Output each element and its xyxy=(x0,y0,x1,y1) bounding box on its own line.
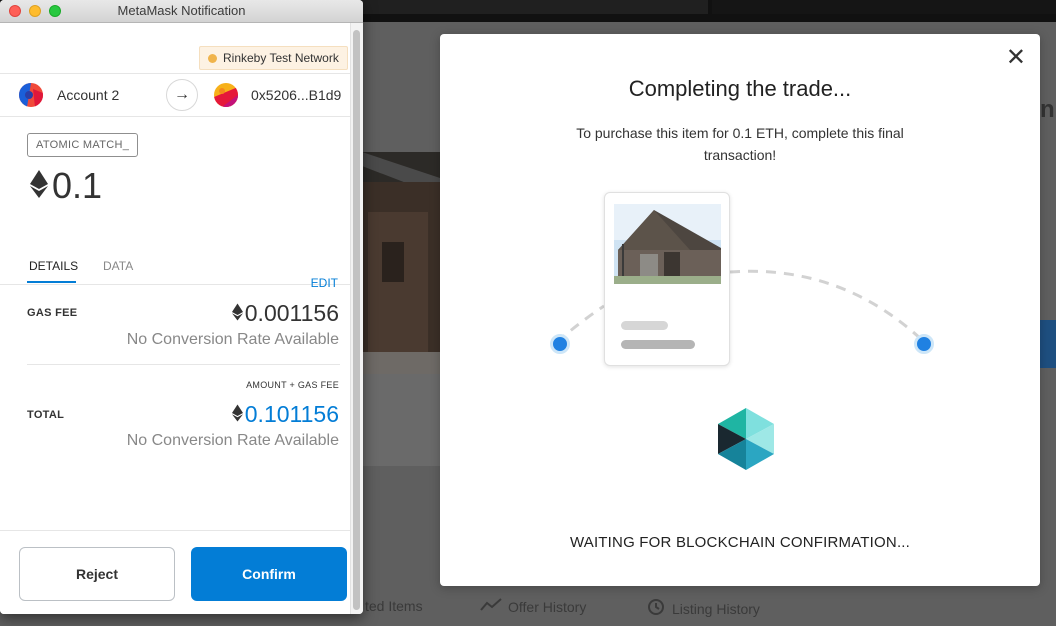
sender-identicon xyxy=(19,83,43,107)
origin-node xyxy=(550,334,570,354)
total-conversion: No Conversion Rate Available xyxy=(126,432,339,449)
gas-fee-conversion: No Conversion Rate Available xyxy=(126,331,339,348)
total-value: 0.101156 xyxy=(231,401,339,428)
transaction-path xyxy=(556,269,924,344)
reject-button[interactable]: Reject xyxy=(19,547,175,601)
gas-fee-amount: 0.001156 xyxy=(244,300,339,326)
path-right-segment xyxy=(729,269,924,342)
transaction-amount: 0.1 xyxy=(30,165,102,207)
trade-modal: ✕ Completing the trade... To purchase th… xyxy=(440,34,1040,586)
window-title: MetaMask Notification xyxy=(117,3,246,18)
background-tab-listed-items[interactable]: ted Items xyxy=(365,598,423,614)
destination-node xyxy=(914,334,934,354)
detail-tabs: DETAILS DATA xyxy=(0,253,350,285)
sender-recipient-row: Account 2 → 0x5206...B1d9 xyxy=(0,73,350,117)
history-icon xyxy=(646,598,666,619)
browser-top-bar-segment xyxy=(712,0,1056,14)
item-subtitle-placeholder xyxy=(621,340,695,349)
status-text: WAITING FOR BLOCKCHAIN CONFIRMATION... xyxy=(569,534,911,551)
item-title-placeholder xyxy=(621,321,668,330)
scrollbar-thumb[interactable] xyxy=(353,30,360,610)
amount-plus-gas-caption: AMOUNT + GAS FEE xyxy=(246,380,339,390)
eth-icon xyxy=(231,300,243,327)
sender-account-name[interactable]: Account 2 xyxy=(57,87,119,103)
window-titlebar: MetaMask Notification xyxy=(0,0,363,23)
metamask-window: MetaMask Notification Rinkeby Test Netwo… xyxy=(0,0,363,614)
eth-icon xyxy=(231,401,243,428)
eth-icon xyxy=(30,165,48,207)
tab-details[interactable]: DETAILS xyxy=(29,259,78,273)
confirm-transaction-page: Rinkeby Test Network Account 2 → 0x5206.… xyxy=(0,23,350,614)
background-tab-label: ted Items xyxy=(365,598,423,614)
background-heading-fragment: n xyxy=(1040,96,1055,123)
background-item-photo xyxy=(362,152,440,374)
item-image xyxy=(614,204,721,284)
fee-divider xyxy=(27,364,340,365)
background-tab-listing-history[interactable]: Listing History xyxy=(646,598,760,619)
network-name: Rinkeby Test Network xyxy=(223,51,339,65)
background-buy-button[interactable] xyxy=(1040,320,1056,368)
background-tab-label: Listing History xyxy=(672,600,760,617)
active-tab-indicator xyxy=(27,281,76,283)
edit-gas-link[interactable]: EDIT xyxy=(311,276,338,290)
loading-hexagon-icon xyxy=(718,408,774,470)
background-tab-label: Offer History xyxy=(508,598,587,615)
amount-value: 0.1 xyxy=(52,165,103,206)
item-card xyxy=(604,192,730,366)
recipient-identicon xyxy=(214,83,238,107)
gas-fee-label: GAS FEE xyxy=(27,307,78,319)
total-amount: 0.101156 xyxy=(244,401,339,427)
contract-method-badge: ATOMIC MATCH_ xyxy=(27,133,139,157)
total-label: TOTAL xyxy=(27,409,65,421)
network-indicator[interactable]: Rinkeby Test Network xyxy=(199,46,348,70)
arrow-right-icon: → xyxy=(166,79,198,111)
gas-fee-value: 0.001156 xyxy=(231,300,339,327)
background-panel xyxy=(362,374,442,466)
background-tab-offer-history[interactable]: Offer History xyxy=(480,598,586,615)
browser-top-bar-segment xyxy=(362,0,708,14)
tab-data[interactable]: DATA xyxy=(103,259,133,273)
recipient-address[interactable]: 0x5206...B1d9 xyxy=(251,87,341,103)
confirm-button[interactable]: Confirm xyxy=(191,547,347,601)
trend-icon xyxy=(480,598,502,615)
network-status-dot xyxy=(208,53,217,63)
